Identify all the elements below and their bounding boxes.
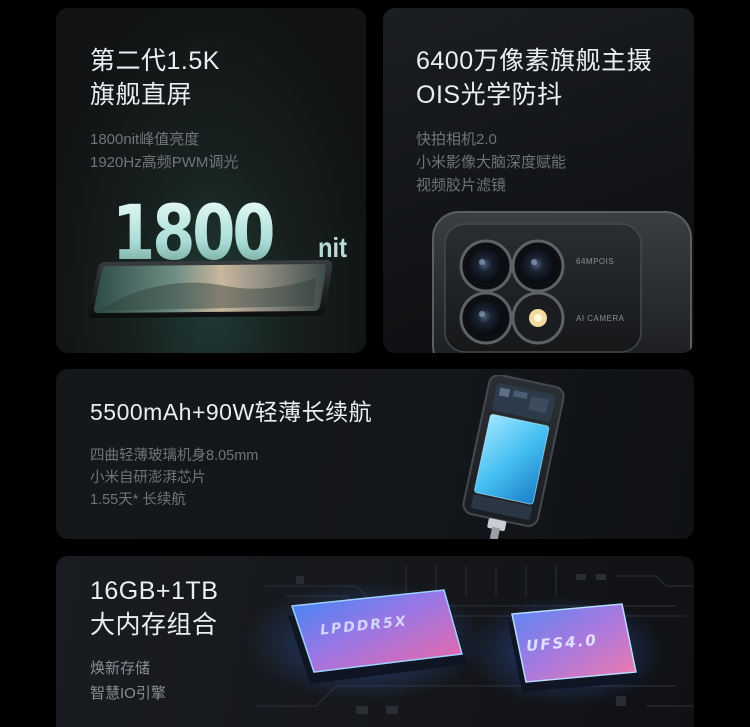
display-title-line1: 第二代1.5K bbox=[90, 47, 220, 75]
camera-module-image bbox=[432, 211, 692, 353]
camera-title: 6400万像素旗舰主摄 OIS光学防抖 bbox=[416, 44, 652, 112]
storage-title-line1: 16GB+1TB bbox=[90, 577, 219, 605]
module-label-top: 64MPOIS bbox=[576, 257, 615, 266]
display-desc-brightness: 1800nit峰值亮度 bbox=[90, 131, 200, 148]
module-label-bottom: AI CAMERA bbox=[576, 314, 625, 323]
display-desc-pwm: 1920Hz高频PWM调光 bbox=[90, 154, 239, 171]
display-feature-card: 第二代1.5K 旗舰直屏 1800nit峰值亮度 1920Hz高频PWM调光 1… bbox=[56, 8, 366, 353]
display-description: 1800nit峰值亮度 1920Hz高频PWM调光 bbox=[90, 128, 238, 174]
camera-title-line2: OIS光学防抖 bbox=[416, 81, 563, 109]
battery-desc-chip: 小米自研澎湃芯片 bbox=[90, 470, 206, 486]
storage-description: 焕新存储 智慧IO引擎 bbox=[90, 656, 166, 706]
storage-title: 16GB+1TB 大内存组合 bbox=[90, 574, 218, 642]
camera-desc-film-filter: 视频胶片滤镜 bbox=[416, 177, 507, 194]
battery-description: 四曲轻薄玻璃机身8.05mm 小米自研澎湃芯片 1.55天* 长续航 bbox=[90, 445, 258, 511]
camera-desc-imaging-brain: 小米影像大脑深度赋能 bbox=[416, 154, 567, 171]
storage-feature-card: 16GB+1TB 大内存组合 焕新存储 智慧IO引擎 LPDDR5X UFS4.… bbox=[56, 556, 694, 727]
battery-desc-body: 四曲轻薄玻璃机身8.05mm bbox=[90, 448, 259, 464]
camera-feature-card: 6400万像素旗舰主摄 OIS光学防抖 快拍相机2.0 小米影像大脑深度赋能 视… bbox=[383, 8, 694, 353]
storage-desc-new-storage: 焕新存储 bbox=[90, 660, 151, 677]
storage-title-line2: 大内存组合 bbox=[90, 611, 218, 639]
phone-battery-xray-image bbox=[462, 375, 565, 539]
camera-description: 快拍相机2.0 小米影像大脑深度赋能 视频胶片滤镜 bbox=[416, 128, 566, 197]
display-title: 第二代1.5K 旗舰直屏 bbox=[90, 44, 220, 112]
battery-title: 5500mAh+90W轻薄长续航 bbox=[90, 399, 373, 425]
battery-desc-endurance: 1.55天* 长续航 bbox=[90, 492, 186, 508]
storage-desc-io-engine: 智慧IO引擎 bbox=[90, 685, 166, 702]
battery-feature-card: 5500mAh+90W轻薄长续航 四曲轻薄玻璃机身8.05mm 小米自研澎湃芯片… bbox=[56, 369, 694, 539]
camera-title-line1: 6400万像素旗舰主摄 bbox=[416, 47, 653, 75]
phone-front-image bbox=[88, 260, 333, 318]
camera-desc-quick-shot: 快拍相机2.0 bbox=[416, 131, 497, 148]
display-title-line2: 旗舰直屏 bbox=[90, 81, 193, 109]
